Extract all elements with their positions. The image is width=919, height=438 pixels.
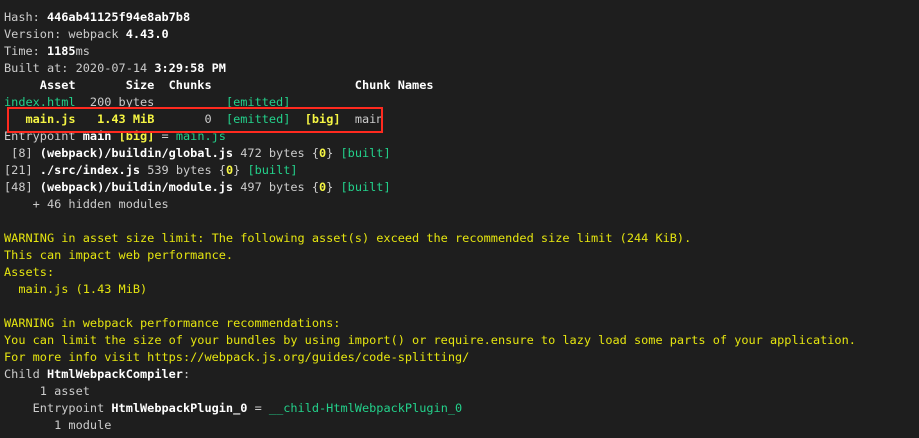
line-segment: + 46 hidden modules — [4, 197, 169, 211]
line-segment: Assets: — [4, 265, 55, 279]
line-segment: Asset Size Chunks Chunk Names — [4, 78, 434, 92]
terminal-line: 1 module — [4, 417, 856, 434]
terminal-line: [21] ./src/index.js 539 bytes {0} [built… — [4, 162, 856, 179]
terminal-line: WARNING in asset size limit: The followi… — [4, 230, 856, 247]
line-segment: 3:29:58 PM — [154, 61, 226, 75]
line-segment: 446ab41125f94e8ab7b8 — [46, 10, 191, 24]
terminal-line: Asset Size Chunks Chunk Names — [4, 77, 856, 94]
line-segment: __child-HtmlWebpackPlugin_0 — [268, 401, 463, 415]
line-segment: ms — [75, 44, 90, 58]
line-segment: HtmlWebpackCompiler — [46, 367, 183, 381]
line-segment: Hash: — [4, 10, 47, 24]
line-segment: = — [247, 401, 269, 415]
line-segment: WARNING in asset size limit: The followi… — [4, 231, 692, 245]
line-segment: This can impact web performance. — [4, 248, 234, 262]
line-segment: } — [326, 180, 341, 194]
terminal-line: This can impact web performance. — [4, 247, 856, 264]
terminal-line: Built at: 2020-07-14 3:29:58 PM — [4, 60, 856, 77]
line-segment: [built] — [340, 146, 391, 160]
line-segment: 1 asset — [4, 384, 90, 398]
terminal-line: 1 asset — [4, 383, 856, 400]
line-segment: 539 bytes { — [140, 163, 226, 177]
terminal-line: Hash: 446ab41125f94e8ab7b8 — [4, 9, 856, 26]
line-segment: [built] — [247, 163, 298, 177]
line-segment: main.js (1.43 MiB) — [4, 282, 148, 296]
line-segment: [48] — [4, 180, 40, 194]
terminal-line: Child HtmlWebpackCompiler: — [4, 366, 856, 383]
terminal-line: You can limit the size of your bundles b… — [4, 332, 856, 349]
line-segment: ./src/index.js — [39, 163, 141, 177]
line-segment: Child — [4, 367, 47, 381]
terminal-line: [8] (webpack)/buildin/global.js 472 byte… — [4, 145, 856, 162]
terminal-line: [48] (webpack)/buildin/module.js 497 byt… — [4, 179, 856, 196]
line-segment: You can limit the size of your bundles b… — [4, 333, 856, 347]
terminal-line: main.js (1.43 MiB) — [4, 281, 856, 298]
line-segment: 1185 — [46, 44, 76, 58]
line-segment: Built at: 2020-07-14 — [4, 61, 155, 75]
terminal-line: For more info visit https://webpack.js.o… — [4, 349, 856, 366]
terminal-line: + 46 hidden modules — [4, 196, 856, 213]
line-segment: Version: webpack — [4, 27, 126, 41]
line-segment: For more info visit https://webpack.js.o… — [4, 350, 470, 364]
highlight-box — [7, 107, 383, 133]
line-segment: WARNING in webpack performance recommend… — [4, 316, 341, 330]
terminal-line: Entrypoint HtmlWebpackPlugin_0 = __child… — [4, 400, 856, 417]
line-segment: } — [233, 163, 248, 177]
line-segment: (webpack)/buildin/global.js — [39, 146, 234, 160]
line-segment: [21] — [4, 163, 40, 177]
line-segment: } — [326, 146, 341, 160]
line-segment: 472 bytes { — [233, 146, 319, 160]
line-segment: 497 bytes { — [233, 180, 319, 194]
line-segment: Time: — [4, 44, 47, 58]
terminal-line: Version: webpack 4.43.0 — [4, 26, 856, 43]
terminal-output: Hash: 446ab41125f94e8ab7b8 Version: webpa… — [4, 9, 856, 434]
terminal-line: WARNING in webpack performance recommend… — [4, 315, 856, 332]
terminal-line: Time: 1185ms — [4, 43, 856, 60]
line-segment: [built] — [340, 180, 391, 194]
line-segment: 4.43.0 — [125, 27, 169, 41]
line-segment: (webpack)/buildin/module.js — [39, 180, 234, 194]
line-segment: HtmlWebpackPlugin_0 — [111, 401, 248, 415]
terminal-line: Assets: — [4, 264, 856, 281]
line-segment: 1 module — [4, 418, 112, 432]
line-segment: [8] — [4, 146, 40, 160]
line-segment: : — [182, 367, 191, 381]
line-segment: Entrypoint — [4, 401, 112, 415]
